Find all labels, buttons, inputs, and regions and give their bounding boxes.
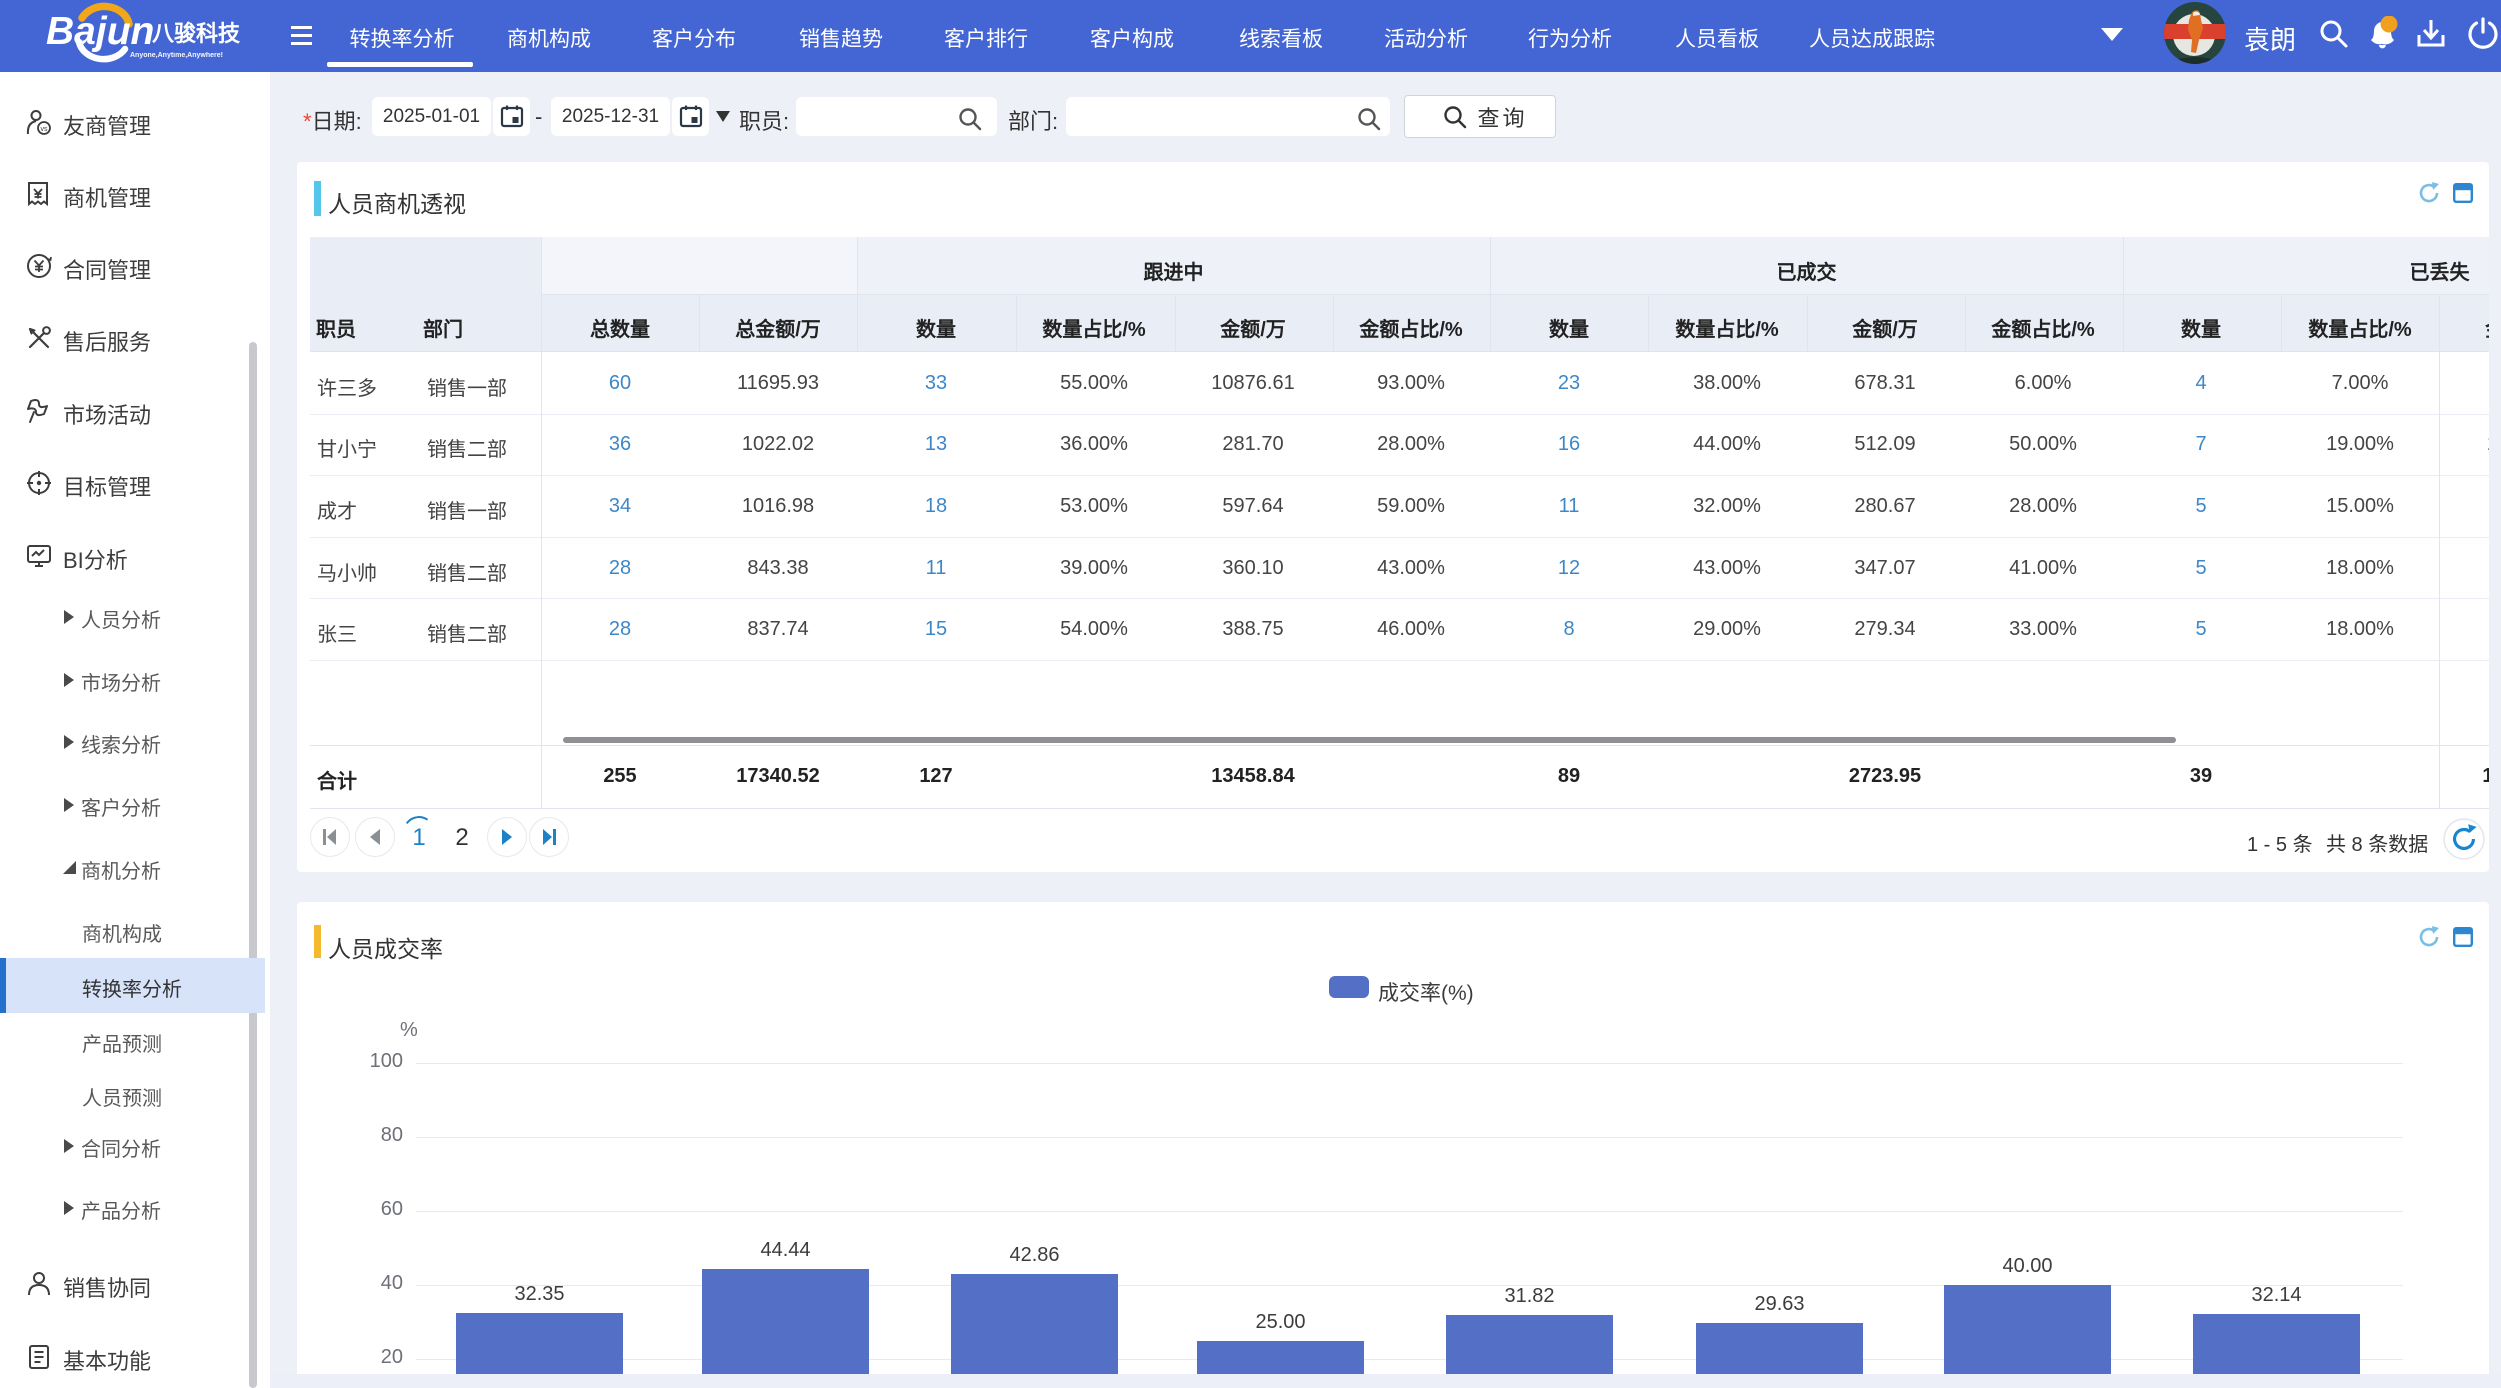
svg-text:Anyone,Anytime,Anywhere!: Anyone,Anytime,Anywhere! xyxy=(130,52,223,59)
svg-text:八骏科技: 八骏科技 xyxy=(152,21,241,46)
svg-text:Bajun: Bajun xyxy=(46,10,154,53)
svg-text:vs: vs xyxy=(41,126,49,133)
